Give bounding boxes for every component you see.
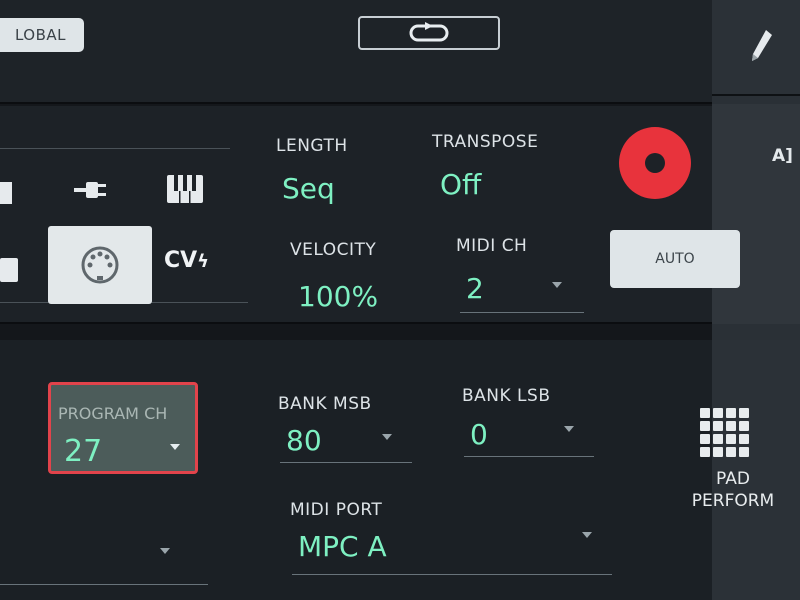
midi-ch-underline <box>460 312 584 313</box>
program-ch-dropdown-icon[interactable] <box>170 444 180 450</box>
loop-icon <box>409 22 449 42</box>
midi-ch-dropdown-icon[interactable] <box>552 282 562 288</box>
midi-din-icon <box>81 246 119 284</box>
mixer-icon[interactable] <box>0 182 12 204</box>
velocity-value[interactable]: 100% <box>298 280 378 313</box>
midi-ch-label: MIDI CH <box>456 236 528 256</box>
transpose-value[interactable]: Off <box>440 168 481 201</box>
bank-msb-underline <box>280 462 412 463</box>
length-label: LENGTH <box>276 136 348 156</box>
pencil-icon[interactable] <box>748 28 774 64</box>
record-icon[interactable] <box>616 124 694 202</box>
track-cell[interactable] <box>712 104 800 324</box>
divider <box>0 148 230 149</box>
transpose-label: TRANSPOSE <box>432 132 539 152</box>
auto-button-label: AUTO <box>655 251 695 267</box>
midi-port-dropdown-icon[interactable] <box>582 532 592 538</box>
midi-port-value[interactable]: MPC A <box>298 530 387 563</box>
cv-button[interactable]: CVϟ <box>164 248 209 273</box>
midi-port-underline <box>292 574 612 575</box>
pad-perform-line2: PERFORM <box>691 491 775 511</box>
left-field-dropdown-icon[interactable] <box>160 548 170 554</box>
pad-perform-label: PAD PERFORM <box>678 468 788 512</box>
bank-lsb-underline <box>464 456 594 457</box>
cv-label: CV <box>164 248 198 273</box>
midi-ch-value[interactable]: 2 <box>466 272 484 305</box>
bank-lsb-label: BANK LSB <box>462 386 551 406</box>
program-ch-label: PROGRAM CH <box>58 404 168 423</box>
pad-grid-icon[interactable] <box>698 406 750 458</box>
velocity-label: VELOCITY <box>290 240 377 260</box>
bank-lsb-dropdown-icon[interactable] <box>564 426 574 432</box>
left-field-underline <box>0 584 208 585</box>
length-value[interactable]: Seq <box>282 172 335 205</box>
output-icon[interactable] <box>0 258 18 282</box>
bank-lsb-value[interactable]: 0 <box>470 418 488 451</box>
pad-perform-line1: PAD <box>716 469 750 489</box>
auto-button[interactable]: AUTO <box>610 230 740 288</box>
plug-icon[interactable] <box>74 178 110 202</box>
bank-msb-value[interactable]: 80 <box>286 424 322 457</box>
top-toolbar <box>0 0 712 104</box>
bank-msb-label: BANK MSB <box>278 394 372 414</box>
loop-button[interactable] <box>358 16 500 50</box>
midi-din-button[interactable] <box>48 226 152 304</box>
global-button[interactable]: LOBAL <box>0 18 84 52</box>
program-ch-value: 27 <box>64 434 103 469</box>
keyboard-icon[interactable] <box>166 174 204 204</box>
bank-msb-dropdown-icon[interactable] <box>382 434 392 440</box>
track-label: A] <box>772 146 793 166</box>
midi-port-label: MIDI PORT <box>290 500 383 520</box>
lightning-icon: ϟ <box>197 251 210 272</box>
global-button-label: LOBAL <box>14 26 66 44</box>
